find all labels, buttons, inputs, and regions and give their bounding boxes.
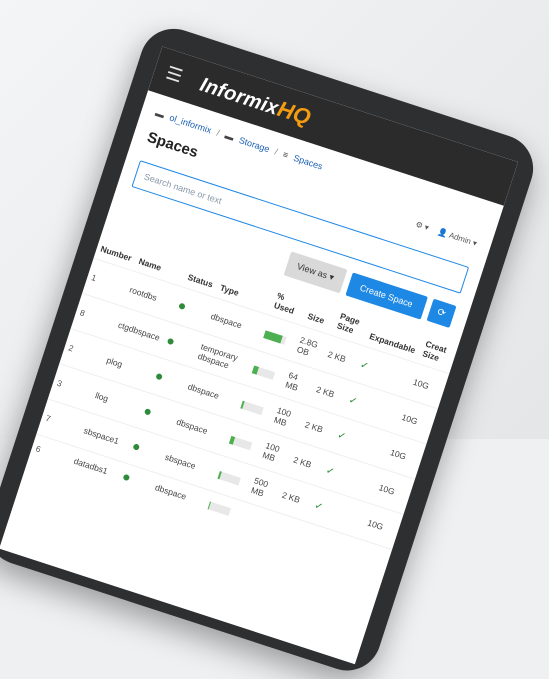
usage-bar <box>240 400 265 415</box>
brand-hq-text: HQ <box>274 95 315 131</box>
usage-bar <box>263 330 287 345</box>
status-online-icon <box>132 443 140 451</box>
usage-bar-fill <box>229 435 235 445</box>
settings-dropdown[interactable]: ⚙ ▾ <box>414 220 430 233</box>
status-online-icon <box>154 372 163 381</box>
usage-bar-fill <box>207 501 212 510</box>
user-dropdown[interactable]: 👤 Admin ▾ <box>437 227 478 248</box>
breadcrumb-storage[interactable]: Storage <box>238 135 271 154</box>
status-online-icon <box>166 337 174 346</box>
usage-bar-fill <box>252 365 259 375</box>
usage-bar <box>252 365 276 380</box>
usage-bar-fill <box>240 400 246 409</box>
usage-bar <box>229 435 253 451</box>
status-online-icon <box>122 473 130 482</box>
breadcrumb-separator: / <box>273 146 279 157</box>
usage-bar-fill <box>217 470 223 480</box>
usage-bar-fill <box>263 330 283 344</box>
spaces-icon: ≡ <box>281 149 290 161</box>
status-online-icon <box>177 302 186 310</box>
view-as-button[interactable]: View as ▾ <box>283 251 348 294</box>
usage-bar <box>207 501 232 516</box>
status-online-icon <box>143 407 152 416</box>
hamburger-menu-icon[interactable]: ☰ <box>163 62 190 89</box>
breadcrumb-separator: / <box>215 127 221 139</box>
storage-icon: ▬ <box>223 130 236 143</box>
server-icon: ▬ <box>154 107 166 121</box>
breadcrumb-spaces[interactable]: Spaces <box>292 153 324 172</box>
refresh-icon[interactable]: ⟳ <box>426 298 457 328</box>
usage-bar <box>217 470 242 486</box>
